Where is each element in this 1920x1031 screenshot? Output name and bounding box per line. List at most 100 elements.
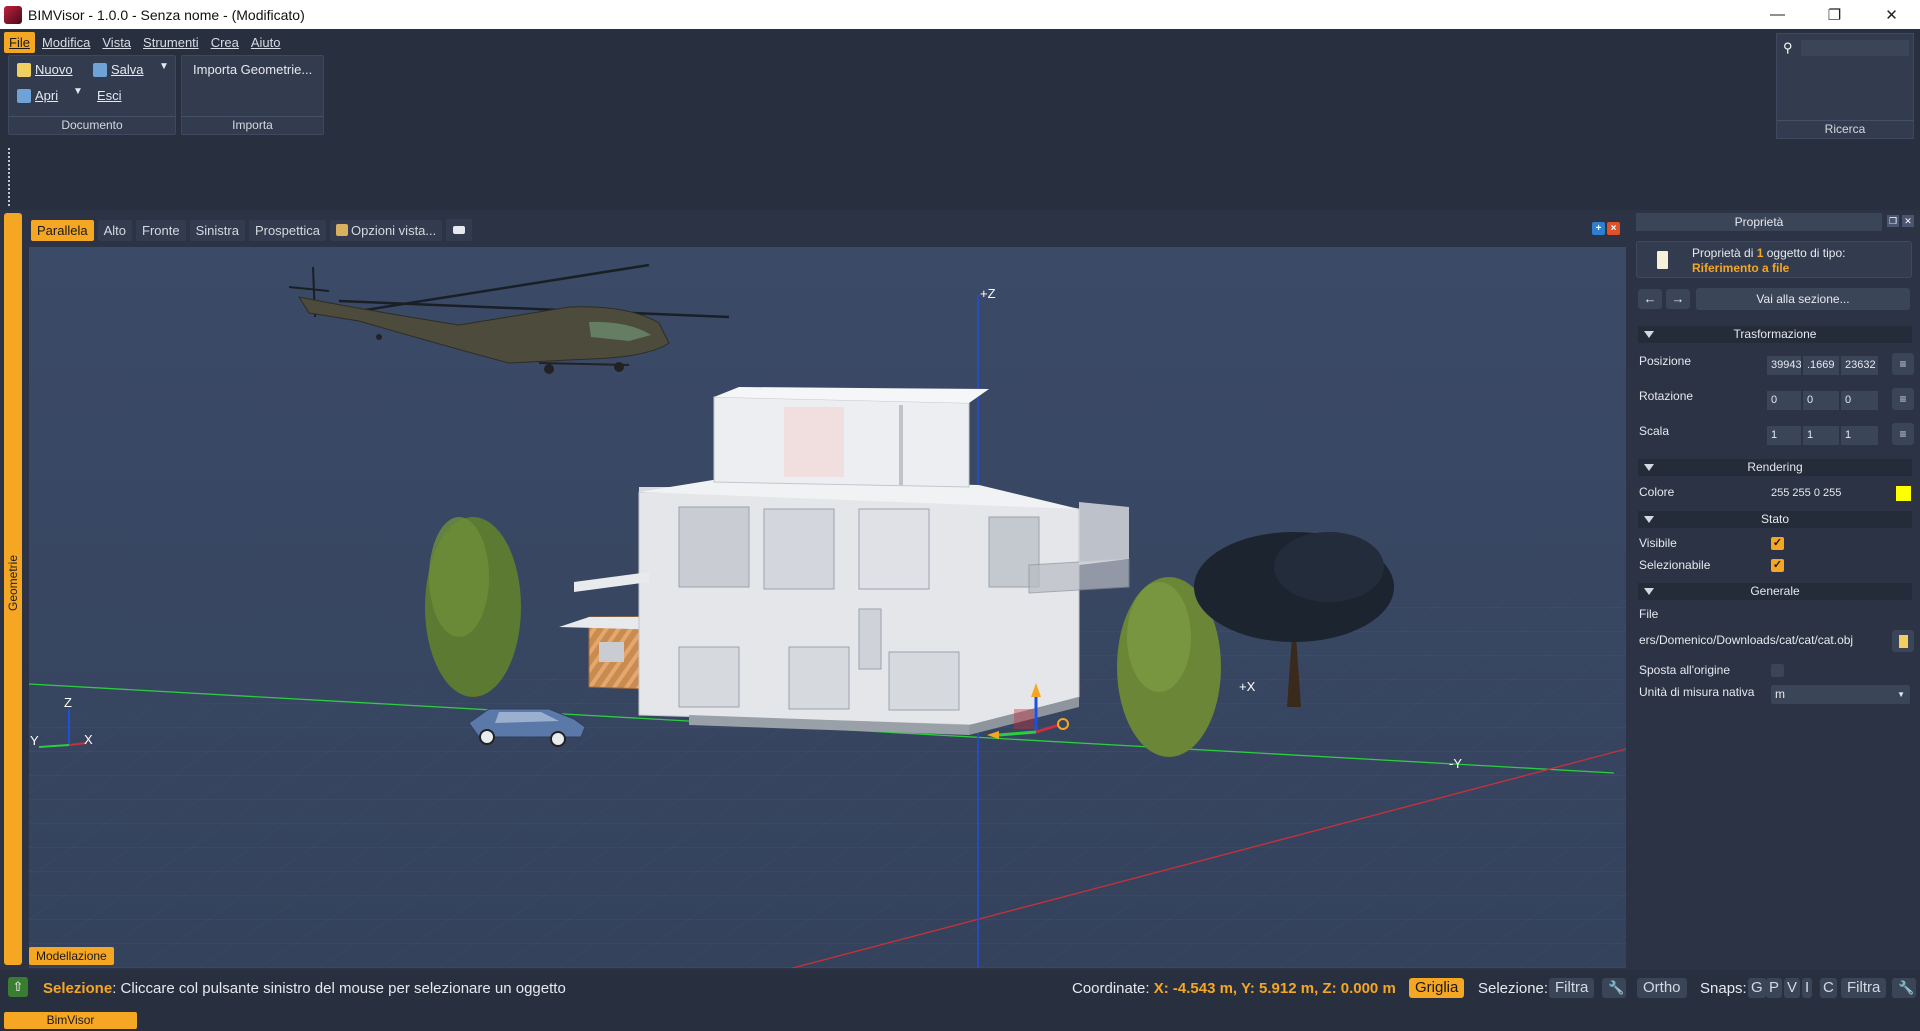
sposta-origine-checkbox[interactable] — [1771, 664, 1784, 677]
snap-g[interactable]: G — [1748, 978, 1766, 998]
geometrie-side-tab[interactable]: Geometrie — [4, 213, 22, 965]
status-bar: ⇧ Selezione: Cliccare col pulsante sinis… — [0, 970, 1920, 1010]
close-icon[interactable]: ✕ — [1863, 0, 1920, 29]
menu-bar: File Modifica Vista Strumenti Crea Aiuto — [4, 32, 286, 53]
scala-z-field[interactable]: 1 — [1841, 426, 1878, 445]
ricerca-group: ⚲ Ricerca — [1776, 33, 1914, 139]
opzioni-vista-button[interactable]: Opzioni vista... — [329, 219, 443, 241]
maximize-view-icon[interactable]: + — [1592, 222, 1605, 235]
z-plus-label: +Z — [980, 286, 996, 301]
gizmo-y-label: Y — [30, 733, 39, 748]
selezionabile-checkbox[interactable]: ✓ — [1771, 559, 1784, 572]
toolbar-grip[interactable] — [8, 148, 11, 206]
snap-c[interactable]: C — [1820, 978, 1837, 998]
posizione-y-field[interactable]: .1669 — [1803, 356, 1839, 375]
bimvisor-tab[interactable]: BimVisor — [4, 1012, 137, 1029]
rotazione-z-field[interactable]: 0 — [1841, 391, 1878, 410]
filtra-button[interactable]: Filtra — [1549, 978, 1595, 998]
restore-icon[interactable]: ❐ — [1806, 0, 1863, 29]
chevron-down-icon: ▼ — [1897, 690, 1905, 699]
esci-button[interactable]: Esci — [97, 88, 122, 103]
file-label: File — [1639, 607, 1659, 621]
snap-i[interactable]: I — [1802, 978, 1813, 998]
nuovo-button[interactable]: Nuovo — [17, 62, 73, 77]
app-icon — [4, 5, 22, 24]
opzioni-vista-label: Opzioni vista... — [350, 222, 437, 238]
properties-title: Proprietà — [1636, 213, 1882, 231]
scala-x-field[interactable]: 1 — [1767, 426, 1801, 445]
snap-v[interactable]: V — [1784, 978, 1801, 998]
tree-left[interactable] — [425, 517, 521, 697]
modellazione-tab[interactable]: Modellazione — [29, 947, 114, 965]
unita-dropdown[interactable]: m ▼ — [1771, 685, 1910, 704]
rotazione-y-field[interactable]: 0 — [1803, 391, 1839, 410]
selezione-label: Selezione: — [1478, 980, 1549, 997]
open-icon — [17, 88, 31, 103]
ricerca-group-label: Ricerca — [1777, 120, 1913, 138]
arrow-up-icon[interactable]: ⇧ — [8, 977, 28, 997]
back-icon[interactable]: ← — [1638, 289, 1662, 309]
section-trasformazione[interactable]: Trasformazione — [1638, 326, 1912, 343]
colore-value[interactable]: 255 255 0 255 — [1767, 484, 1887, 503]
goto-section-dropdown[interactable]: Vai alla sezione... — [1696, 288, 1910, 310]
visibile-checkbox[interactable]: ✓ — [1771, 537, 1784, 550]
menu-file[interactable]: File — [4, 32, 35, 53]
griglia-toggle[interactable]: Griglia — [1409, 978, 1465, 998]
menu-crea[interactable]: Crea — [206, 32, 244, 53]
float-panel-icon[interactable]: ❐ — [1887, 215, 1899, 227]
3d-scene[interactable]: +Z +X -Y Z Y X — [29, 247, 1626, 968]
posizione-list-icon[interactable]: ≡ — [1892, 353, 1914, 375]
posizione-x-field[interactable]: 39943 — [1767, 356, 1801, 375]
file-icon — [1657, 251, 1668, 269]
forward-icon[interactable]: → — [1666, 289, 1690, 309]
camera-button[interactable] — [446, 219, 473, 241]
importa-geometrie-label: Importa Geometrie... — [193, 62, 313, 77]
rotazione-x-field[interactable]: 0 — [1767, 391, 1801, 410]
menu-vista[interactable]: Vista — [97, 32, 136, 53]
ortho-toggle[interactable]: Ortho — [1637, 978, 1687, 998]
browse-file-button[interactable] — [1892, 630, 1914, 652]
menu-strumenti[interactable]: Strumenti — [138, 32, 204, 53]
section-rendering[interactable]: Rendering — [1638, 459, 1912, 476]
tab-parallela[interactable]: Parallela — [31, 219, 94, 241]
apri-dropdown[interactable]: ▼ — [73, 86, 83, 97]
importa-group: Importa Geometrie... Importa — [181, 55, 324, 135]
header-suffix: oggetto di tipo: — [1763, 246, 1846, 260]
menu-modifica[interactable]: Modifica — [37, 32, 95, 53]
tab-fronte[interactable]: Fronte — [136, 219, 186, 241]
snap-p[interactable]: P — [1766, 978, 1783, 998]
tab-alto[interactable]: Alto — [97, 219, 132, 241]
close-view-icon[interactable]: × — [1607, 222, 1620, 235]
snap-wrench-icon[interactable]: 🔧 — [1892, 978, 1916, 998]
search-icon: ⚲ — [1783, 40, 1793, 55]
toolbar-area — [0, 144, 1920, 210]
tab-prospettica[interactable]: Prospettica — [248, 219, 326, 241]
color-swatch[interactable] — [1896, 486, 1911, 501]
3d-viewport[interactable]: Parallela Alto Fronte Sinistra Prospetti… — [29, 213, 1626, 968]
window-title: BIMVisor - 1.0.0 - Senza nome - (Modific… — [28, 6, 305, 23]
minimize-icon[interactable]: — — [1749, 0, 1806, 29]
status-message-text: : Cliccare col pulsante sinistro del mou… — [112, 980, 566, 997]
file-path-field[interactable]: ers/Domenico/Downloads/cat/cat/cat.obj — [1639, 631, 1877, 650]
camera-icon — [453, 226, 466, 234]
selezionabile-label: Selezionabile — [1639, 558, 1711, 572]
salva-button[interactable]: Salva — [93, 62, 144, 77]
apri-button[interactable]: Apri — [17, 88, 58, 103]
close-panel-icon[interactable]: ✕ — [1902, 215, 1914, 227]
y-minus-label: -Y — [1449, 756, 1462, 771]
section-generale[interactable]: Generale — [1638, 583, 1912, 600]
scala-list-icon[interactable]: ≡ — [1892, 423, 1914, 445]
importa-geometrie-button[interactable]: Importa Geometrie... — [193, 62, 312, 77]
salva-dropdown[interactable]: ▼ — [159, 61, 169, 72]
snap-filtra-button[interactable]: Filtra — [1841, 978, 1887, 998]
coord-value: X: -4.543 m, Y: 5.912 m, Z: 0.000 m — [1153, 980, 1396, 997]
tab-sinistra[interactable]: Sinistra — [189, 219, 245, 241]
visibile-label: Visibile — [1639, 536, 1677, 550]
menu-aiuto[interactable]: Aiuto — [246, 32, 286, 53]
wrench-icon[interactable]: 🔧 — [1602, 978, 1626, 998]
posizione-z-field[interactable]: 23632 — [1841, 356, 1878, 375]
rotazione-list-icon[interactable]: ≡ — [1892, 388, 1914, 410]
search-input[interactable] — [1801, 40, 1909, 56]
section-stato[interactable]: Stato — [1638, 511, 1912, 528]
scala-y-field[interactable]: 1 — [1803, 426, 1839, 445]
